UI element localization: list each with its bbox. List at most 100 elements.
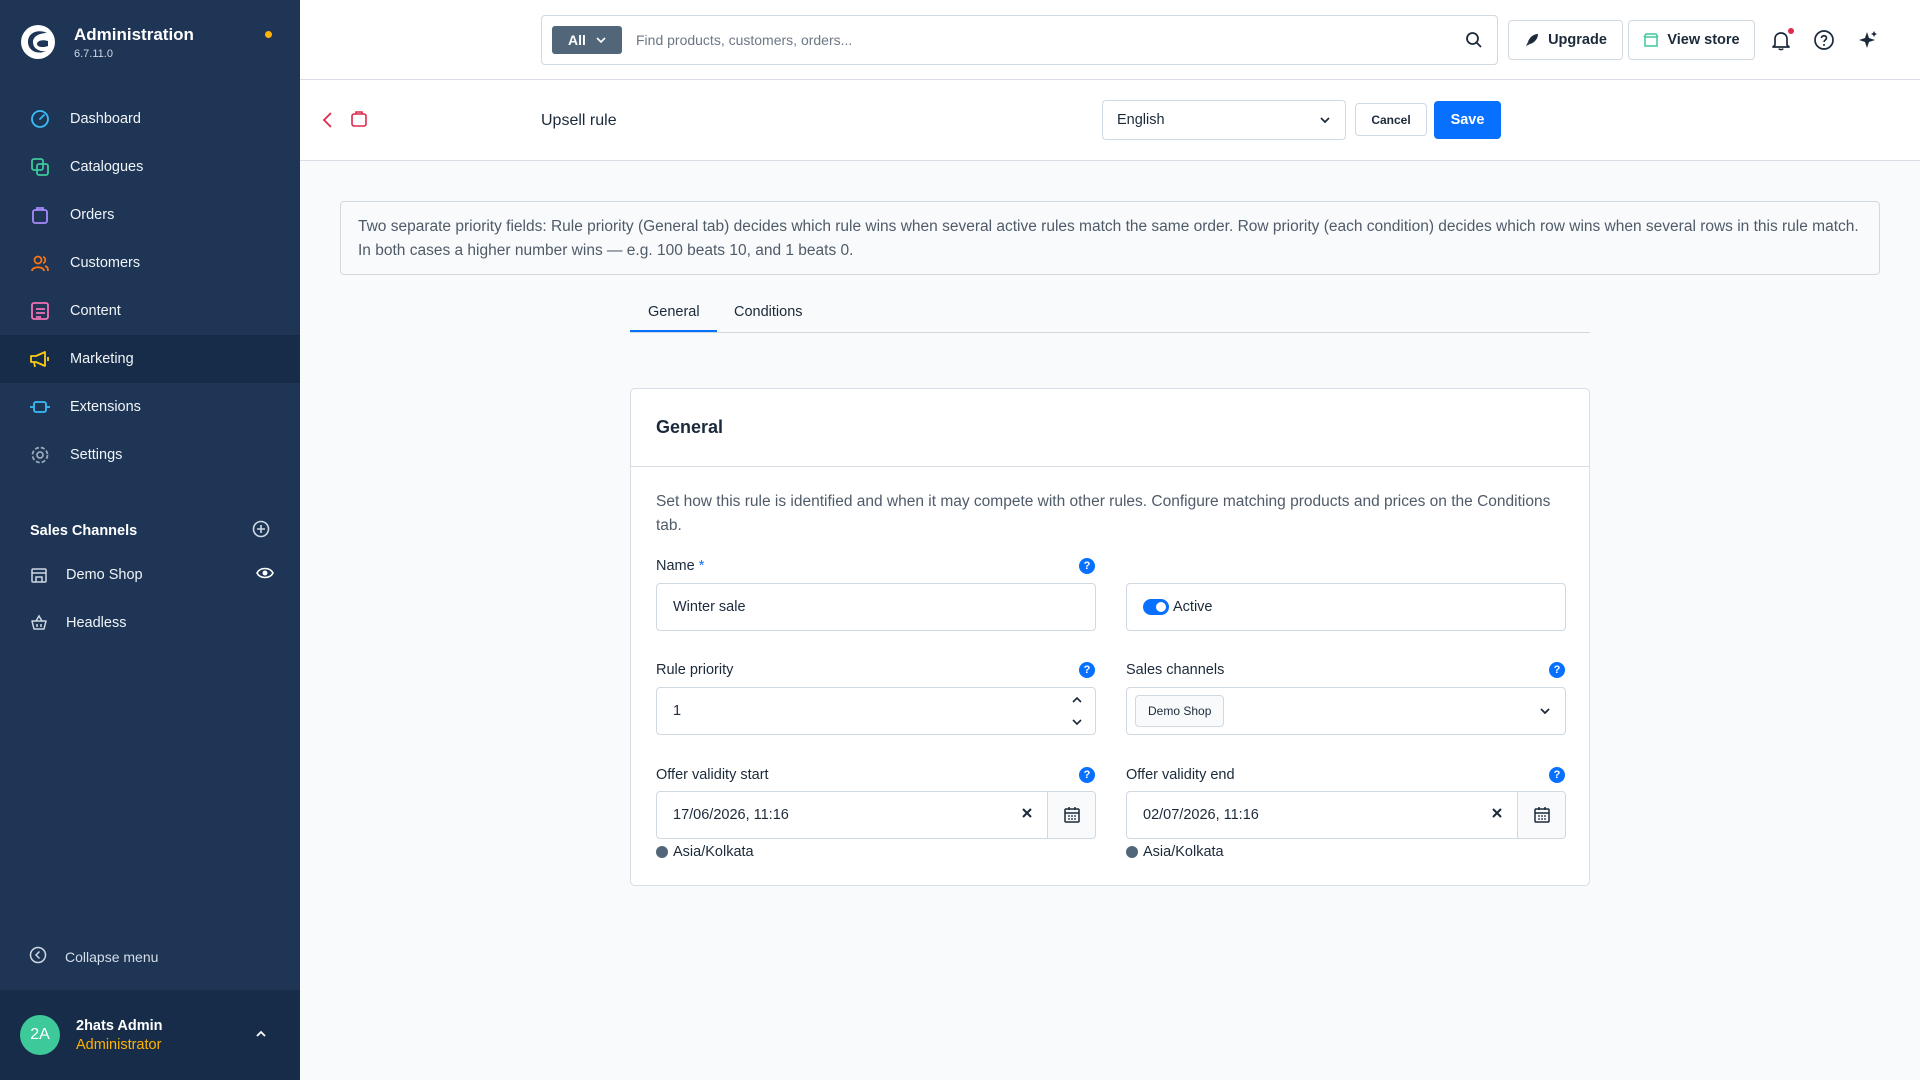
sidebar-item-customers[interactable]: Customers: [0, 239, 300, 287]
start-help-icon[interactable]: ?: [1079, 767, 1095, 783]
sales-channel-headless[interactable]: Headless: [29, 610, 274, 636]
priority-help-icon[interactable]: ?: [1079, 662, 1095, 678]
orders-icon: [29, 204, 51, 226]
sales-channels-title: Sales Channels: [30, 523, 138, 539]
search-input[interactable]: [636, 32, 1446, 48]
view-store-button[interactable]: View store: [1628, 20, 1755, 60]
sidebar-item-catalogues[interactable]: Catalogues: [0, 143, 300, 191]
view-store-label: View store: [1667, 32, 1740, 48]
sales-channel-chip[interactable]: Demo Shop: [1135, 695, 1225, 727]
sidebar-item-label: Catalogues: [70, 159, 144, 175]
catalogues-icon: [29, 156, 51, 178]
collapse-menu-button[interactable]: Collapse menu: [29, 946, 158, 967]
extensions-icon: [29, 396, 51, 418]
sales-channels-select[interactable]: Demo Shop: [1126, 687, 1566, 735]
marketing-icon: [29, 348, 51, 370]
end-help-icon[interactable]: ?: [1549, 767, 1565, 783]
user-menu[interactable]: 2A 2hats Admin Administrator: [0, 990, 300, 1080]
end-timezone: Asia/Kolkata: [1126, 844, 1224, 860]
user-role: Administrator: [76, 1037, 162, 1053]
upgrade-button[interactable]: Upgrade: [1508, 20, 1623, 60]
start-label: Offer validity start: [656, 767, 769, 783]
sidebar: Administration 6.7.11.0 Dashboard Catalo…: [0, 0, 300, 1080]
sidebar-item-extensions[interactable]: Extensions: [0, 383, 300, 431]
priority-field[interactable]: 1: [656, 687, 1096, 735]
clear-icon[interactable]: [1491, 807, 1503, 823]
brand[interactable]: Administration 6.7.11.0: [20, 20, 194, 64]
name-value: Winter sale: [673, 599, 746, 615]
avatar: 2A: [20, 1015, 60, 1055]
start-date-field[interactable]: 17/06/2026, 11:16: [656, 791, 1096, 839]
app-version: 6.7.11.0: [74, 47, 113, 60]
timezone-label: Asia/Kolkata: [673, 844, 754, 860]
sidebar-item-label: Extensions: [70, 399, 141, 415]
basket-icon: [29, 613, 49, 633]
collapse-icon: [29, 946, 47, 967]
search-icon[interactable]: [1465, 31, 1483, 54]
customers-icon: [29, 252, 51, 274]
rocket-icon: [1526, 34, 1539, 46]
clear-icon[interactable]: [1021, 807, 1033, 823]
tab-bar: General Conditions: [630, 300, 1590, 333]
start-timezone: Asia/Kolkata: [656, 844, 754, 860]
priority-value: 1: [673, 703, 682, 719]
name-label: Name *: [656, 558, 704, 574]
sidebar-item-settings[interactable]: Settings: [0, 431, 300, 479]
storefront-icon: [29, 565, 49, 585]
name-help-icon[interactable]: ?: [1079, 558, 1095, 574]
topbar: All Upgrade View store: [300, 0, 1920, 80]
ai-sparkle-icon[interactable]: [1856, 28, 1880, 52]
brand-text: Administration 6.7.11.0: [74, 25, 194, 60]
calendar-icon[interactable]: [1517, 792, 1565, 838]
chevron-down-icon: [1320, 117, 1330, 124]
main-nav: Dashboard Catalogues Orders Customers Co…: [0, 95, 300, 479]
priority-label: Rule priority: [656, 662, 734, 678]
storefront-icon: [1643, 33, 1659, 47]
cancel-button[interactable]: Cancel: [1355, 103, 1427, 136]
sales-channel-label: Headless: [66, 615, 127, 631]
global-search: All: [541, 15, 1498, 65]
language-select[interactable]: English: [1102, 100, 1346, 140]
sidebar-item-marketing[interactable]: Marketing: [0, 335, 300, 383]
start-date-value: 17/06/2026, 11:16: [673, 807, 789, 823]
decrement-icon[interactable]: [1071, 716, 1083, 732]
sidebar-item-orders[interactable]: Orders: [0, 191, 300, 239]
chevron-up-icon[interactable]: [254, 1027, 268, 1046]
back-chevron-icon[interactable]: [321, 111, 335, 134]
tab-conditions[interactable]: Conditions: [734, 304, 803, 320]
clock-icon: [1126, 846, 1138, 858]
user-name: 2hats Admin: [76, 1018, 163, 1034]
eye-icon[interactable]: [256, 566, 274, 584]
page-title: Upsell rule: [541, 112, 617, 129]
help-icon[interactable]: [1812, 28, 1836, 52]
settings-icon: [29, 444, 51, 466]
chevron-down-icon: [596, 37, 606, 44]
page-header: Upsell rule English Cancel Save: [300, 80, 1920, 161]
end-label: Offer validity end: [1126, 767, 1235, 783]
required-mark: *: [698, 558, 705, 574]
divider: [631, 466, 1589, 467]
tab-general[interactable]: General: [648, 304, 700, 320]
notification-badge: [1788, 28, 1794, 34]
content-icon: [29, 300, 51, 322]
active-field: Active: [1126, 583, 1566, 631]
sidebar-item-dashboard[interactable]: Dashboard: [0, 95, 300, 143]
end-date-field[interactable]: 02/07/2026, 11:16: [1126, 791, 1566, 839]
timezone-label: Asia/Kolkata: [1143, 844, 1224, 860]
active-toggle[interactable]: [1143, 599, 1169, 615]
search-type-dropdown[interactable]: All: [552, 26, 622, 54]
sales-channel-demo-shop[interactable]: Demo Shop: [29, 562, 274, 588]
name-field[interactable]: Winter sale: [656, 583, 1096, 631]
sidebar-item-label: Orders: [70, 207, 115, 223]
calendar-icon[interactable]: [1047, 792, 1095, 838]
card-description: Set how this rule is identified and when…: [656, 493, 1551, 534]
add-sales-channel-icon[interactable]: [252, 520, 270, 542]
save-button[interactable]: Save: [1434, 101, 1501, 139]
channels-label: Sales channels: [1126, 662, 1225, 678]
channels-help-icon[interactable]: ?: [1549, 662, 1565, 678]
sidebar-item-content[interactable]: Content: [0, 287, 300, 335]
sales-channel-label: Demo Shop: [66, 567, 143, 583]
active-label: Active: [1173, 599, 1213, 615]
app-title: Administration: [74, 24, 194, 44]
increment-icon[interactable]: [1071, 694, 1083, 710]
